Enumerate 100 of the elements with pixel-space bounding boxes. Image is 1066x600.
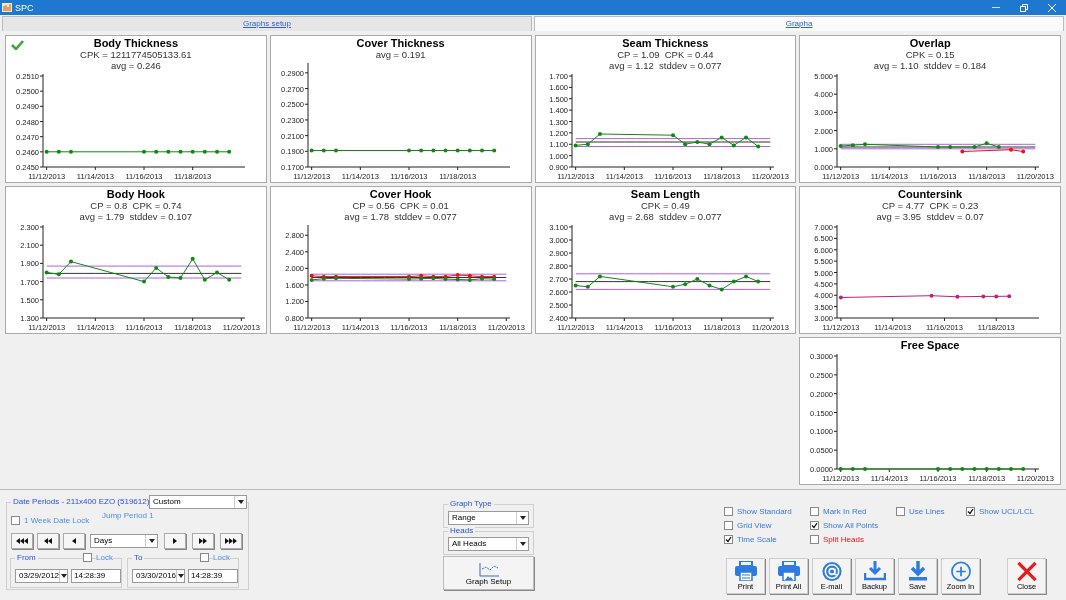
data-point (586, 142, 591, 147)
data-point (671, 133, 676, 138)
data-point (227, 277, 232, 282)
nav-button[interactable] (220, 533, 242, 549)
data-point (214, 270, 219, 275)
group-legend: Graph Type (448, 499, 494, 509)
at-sign-icon (820, 561, 843, 582)
chart-stats: CP = 4.77 CPK = 0.23 (881, 200, 979, 211)
window-title: SPC (15, 2, 34, 13)
checkbox-label: Mark In Red (823, 507, 867, 516)
triangle-arrow-icon (172, 538, 178, 544)
data-point (732, 143, 737, 148)
data-point (720, 287, 725, 292)
data-point (936, 145, 941, 149)
data-point (972, 467, 977, 471)
data-point (960, 467, 965, 471)
data-point (1007, 294, 1012, 299)
data-point (154, 149, 159, 154)
data-point (984, 141, 989, 146)
nav-button[interactable] (63, 533, 85, 549)
checkbox[interactable] (200, 553, 209, 562)
checkbox-label: Time Scale (737, 535, 777, 544)
data-point (695, 140, 700, 144)
chart-title: Body Thickness (93, 37, 179, 49)
chart-stats: CP = 1.09 CPK = 0.44 (617, 49, 714, 60)
chart-stats: avg = 1.10 stddev = 0.184 (873, 60, 987, 71)
data-point (141, 149, 146, 154)
close-icon (1015, 561, 1038, 582)
data-point (1021, 149, 1026, 154)
data-point (467, 148, 472, 153)
nav-button[interactable] (11, 533, 33, 549)
data-point (960, 149, 965, 154)
time-field[interactable]: 14:28:39 (71, 569, 121, 583)
checkbox[interactable] (810, 507, 819, 516)
data-point (863, 467, 868, 471)
group-legend: Heads (448, 526, 476, 536)
data-point (863, 142, 868, 147)
printer-icon (734, 561, 757, 581)
data-point (707, 142, 712, 147)
data-point (202, 149, 207, 154)
data-point (178, 149, 183, 154)
data-point (598, 132, 603, 136)
data-point (491, 148, 496, 153)
period-dropdown[interactable]: Custom (149, 495, 247, 509)
zoom-in-icon (949, 561, 972, 582)
graph-setup-button[interactable]: Graph Setup (443, 556, 534, 590)
chart-stats: avg = 3.95 stddev = 0.07 (876, 211, 984, 222)
checkbox-label: Lock (213, 553, 230, 562)
data-point (850, 467, 855, 471)
chart-title: Cover Hook (369, 188, 432, 200)
data-point (756, 144, 761, 149)
date-dropdown[interactable]: 03/29/2012 (15, 569, 68, 583)
data-point (321, 148, 326, 153)
data-point (166, 149, 171, 154)
data-point (972, 145, 977, 149)
triangle-arrow-icon (43, 538, 53, 544)
heads-dropdown[interactable]: All Heads (448, 537, 529, 551)
data-point (955, 294, 960, 299)
checkbox[interactable] (810, 521, 819, 530)
checkbox-label: Lock (96, 553, 113, 562)
time-field[interactable]: 14:28:39 (188, 569, 238, 583)
checkbox-label: Grid View (737, 521, 772, 530)
data-point (141, 279, 146, 284)
data-point (44, 270, 49, 275)
checkbox[interactable] (724, 535, 733, 544)
chart-stats: avg = 2.68 stddev = 0.077 (609, 211, 722, 222)
nav-button[interactable] (37, 533, 59, 549)
group-legend: From (15, 553, 38, 563)
data-point (756, 279, 761, 284)
checkbox[interactable] (11, 516, 20, 525)
checkbox[interactable] (724, 507, 733, 516)
graph-type-dropdown[interactable]: Range (448, 511, 529, 525)
chart-stats: avg = 0.191 (375, 49, 426, 60)
data-point (1009, 147, 1014, 152)
nav-button[interactable] (192, 533, 214, 549)
unit-dropdown[interactable]: Days (90, 534, 158, 548)
checkbox[interactable] (724, 521, 733, 530)
chart-stats: avg = 1.79 stddev = 0.107 (79, 211, 193, 222)
nav-button[interactable] (164, 533, 186, 549)
checkbox[interactable] (810, 535, 819, 544)
checkbox[interactable] (966, 507, 975, 516)
checkbox[interactable] (83, 553, 92, 562)
tab[interactable]: Graphs setup (2, 16, 532, 31)
data-point (838, 144, 843, 149)
data-point (671, 284, 676, 289)
chart-stats: CPK = 0.15 (905, 49, 955, 60)
data-point (948, 145, 953, 149)
date-dropdown[interactable]: 03/30/2016 (132, 569, 185, 583)
jump-period-label: Jump Period 1 (102, 511, 154, 520)
data-point (683, 282, 688, 287)
checkbox-label: 1 Week Date Lock (24, 516, 90, 525)
data-point (178, 275, 183, 280)
checkbox[interactable] (896, 507, 905, 516)
chart-title: Body Hook (106, 188, 165, 200)
download-icon (863, 561, 886, 581)
data-point (586, 284, 591, 289)
data-point (68, 259, 73, 264)
data-point (44, 149, 49, 154)
tab[interactable]: Grapha (534, 16, 1064, 31)
chart-stats: avg = 0.246 (110, 60, 161, 71)
